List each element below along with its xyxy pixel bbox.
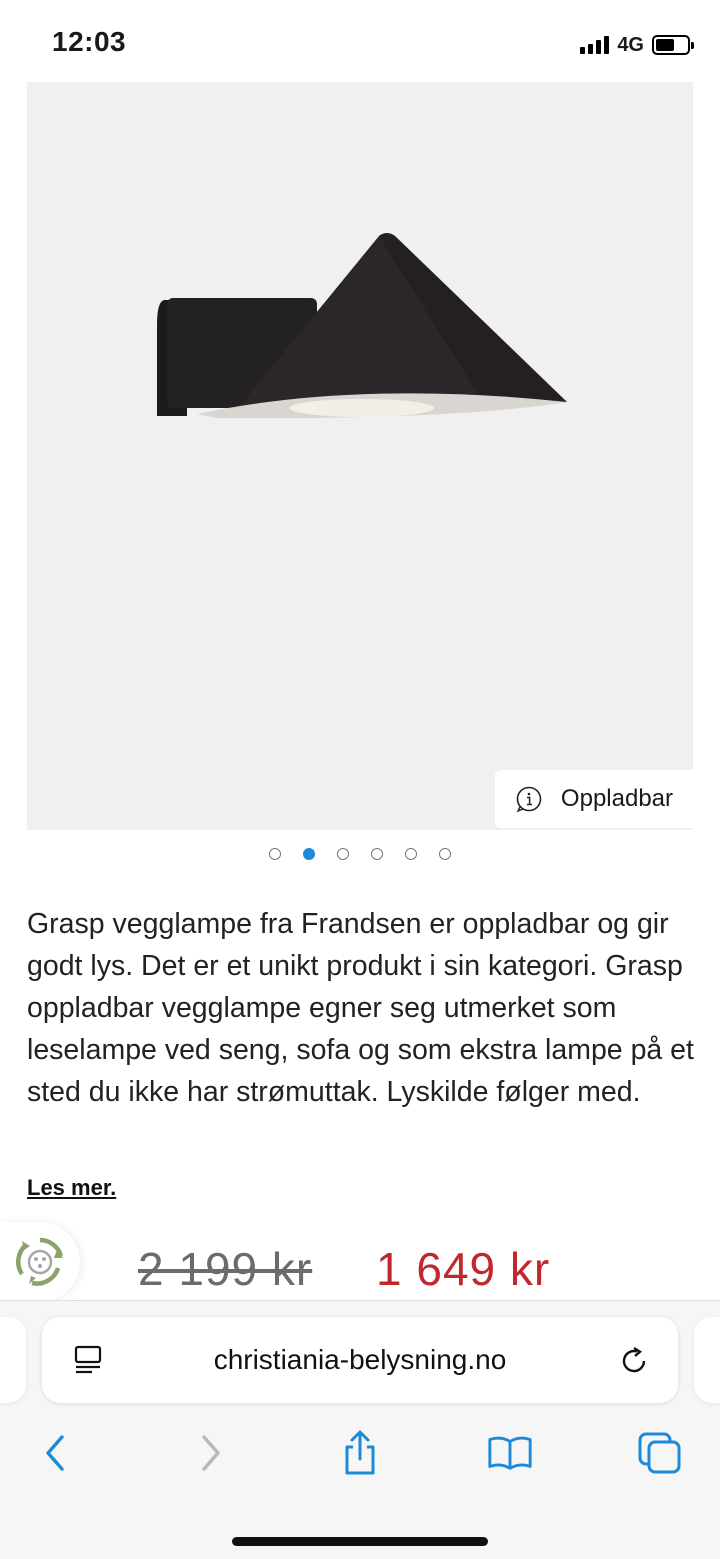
status-time: 12:03 [52,26,127,57]
chevron-right-icon [202,1435,220,1471]
status-bar: 12:03 4G [0,0,720,80]
carousel-dot[interactable] [405,848,417,860]
battery-level [656,39,674,51]
carousel-dot[interactable] [269,848,281,860]
network-type: 4G [617,33,644,56]
recycle-icon [16,1237,64,1286]
bookmarks-button[interactable] [486,1429,534,1477]
carousel-dot[interactable] [439,848,451,860]
reader-mode-icon[interactable] [72,1343,106,1377]
eco-badge[interactable] [0,1222,80,1302]
status-indicators: 4G [580,32,694,58]
badge-label: Oppladbar [560,785,673,812]
book-icon [488,1436,532,1470]
carousel-dot-active[interactable] [303,848,315,860]
tabs-button[interactable] [636,1429,684,1477]
original-price: 2 199 kr [138,1243,313,1295]
tabs-icon [638,1432,681,1474]
chevron-left-icon [46,1435,64,1471]
address-bar[interactable]: christiania-belysning.no [42,1317,678,1403]
previous-tab-preview[interactable] [0,1317,26,1403]
info-icon [516,786,542,813]
battery-icon [652,35,694,55]
sale-price: 1 649 kr [376,1243,551,1295]
browser-chrome: christiania-belysning.no [0,1300,720,1559]
product-image-wall-lamp [157,233,567,419]
carousel-dot[interactable] [337,848,349,860]
cellular-signal-icon [580,36,610,54]
product-image-carousel[interactable]: Oppladbar [27,82,693,830]
home-indicator[interactable] [232,1537,488,1546]
next-tab-preview[interactable] [694,1317,720,1403]
share-button[interactable] [336,1429,384,1477]
browser-toolbar [0,1421,720,1485]
url-text[interactable]: christiania-belysning.no [42,1344,678,1376]
carousel-dot[interactable] [371,848,383,860]
reload-icon[interactable] [618,1345,650,1377]
rechargeable-badge[interactable]: Oppladbar [494,770,693,828]
read-more-link[interactable]: Les mer. [27,1175,116,1201]
back-button[interactable] [32,1429,80,1477]
product-description: Grasp vegglampe fra Frandsen er oppladba… [27,908,694,1108]
forward-button[interactable] [186,1429,234,1477]
carousel-pagination [0,848,720,860]
share-icon [345,1430,375,1475]
